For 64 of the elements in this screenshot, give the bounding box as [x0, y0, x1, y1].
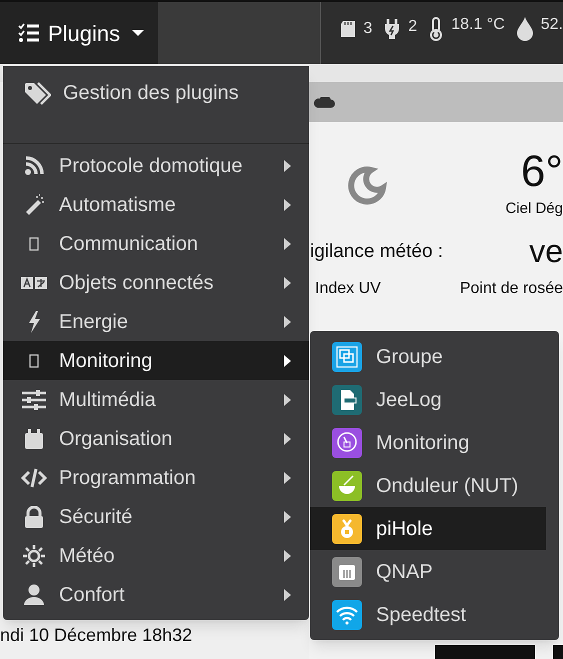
menu-item[interactable]: Monitoring: [3, 341, 309, 380]
caret-icon: [132, 30, 144, 36]
date-text: ndi 10 Décembre 18h32: [0, 624, 194, 647]
sd-card-icon: [341, 21, 356, 37]
missing-glyph-icon: [29, 236, 39, 250]
submenu-arrow-icon: [284, 316, 291, 328]
status-value: 2: [408, 19, 418, 35]
status-value: 52.: [540, 17, 563, 33]
water-drop-icon: [516, 17, 533, 41]
menu-item[interactable]: Météo: [3, 536, 309, 575]
submenu-item[interactable]: QNAP: [310, 550, 546, 593]
plug-icon: [384, 19, 400, 39]
menu-item[interactable]: Automatisme: [3, 185, 309, 224]
menu-item[interactable]: Communication: [3, 224, 309, 263]
status-value: 3: [363, 21, 372, 37]
menu-item[interactable]: Protocole domotique: [3, 146, 309, 185]
submenu-item[interactable]: Monitoring: [310, 421, 546, 464]
submenu-arrow-icon: [284, 550, 291, 562]
calendar-icon: [25, 428, 43, 448]
submenu-arrow-icon: [284, 198, 291, 210]
temperature-value: 6°: [520, 150, 563, 194]
lock-icon: [24, 506, 44, 528]
menu-item[interactable]: Objets connectés: [3, 263, 309, 302]
submenu-arrow-icon: [284, 394, 291, 406]
submenu-arrow-icon: [284, 238, 291, 250]
missing-glyph-icon: [29, 354, 39, 368]
submenu-arrow-icon: [284, 432, 291, 444]
submenu-arrow-icon: [284, 472, 291, 484]
menu-item[interactable]: Confort: [3, 575, 309, 614]
sun-icon: [23, 544, 45, 566]
menu-item[interactable]: Energie: [3, 302, 309, 341]
submenu-item[interactable]: Onduleur (NUT): [310, 464, 546, 507]
vigilance-value: ve: [529, 234, 563, 266]
translate-icon: [21, 274, 47, 290]
tags-icon: [23, 80, 51, 106]
thermometer-icon: [429, 17, 444, 41]
plugins-button[interactable]: Plugins: [0, 2, 158, 64]
menu-item[interactable]: Multimédia: [3, 380, 309, 419]
submenu-item[interactable]: Speedtest: [310, 593, 546, 636]
column-heading: Index UV: [315, 278, 381, 298]
rss-icon: [24, 156, 44, 176]
sliders-icon: [22, 390, 46, 410]
submenu-arrow-icon: [284, 160, 291, 172]
condition-text: Ciel Dég: [505, 199, 563, 219]
submenu-item[interactable]: piHole: [310, 507, 546, 550]
code-icon: [21, 468, 47, 488]
submenu-item[interactable]: JeeLog: [310, 378, 546, 421]
lightning-icon: [27, 310, 41, 332]
menu-item[interactable]: Gestion des plugins: [3, 66, 309, 120]
submenu-arrow-icon: [284, 588, 291, 600]
column-heading: Point de rosée: [460, 278, 563, 298]
list-icon: [18, 23, 40, 43]
menu-item[interactable]: Programmation: [3, 458, 309, 497]
submenu-arrow-icon: [284, 276, 291, 288]
submenu-arrow-icon: [284, 510, 291, 522]
menu-item[interactable]: Sécurité: [3, 497, 309, 536]
status-value: 18.1 °C: [451, 17, 505, 33]
submenu-item[interactable]: Groupe: [310, 335, 546, 378]
vigilance-label: igilance météo :: [310, 240, 444, 264]
clock-tile: [553, 645, 563, 659]
menu-item[interactable]: Organisation: [3, 419, 309, 458]
submenu-arrow-icon: [284, 354, 291, 366]
user-icon: [23, 584, 45, 605]
cloud-icon: [313, 96, 335, 108]
